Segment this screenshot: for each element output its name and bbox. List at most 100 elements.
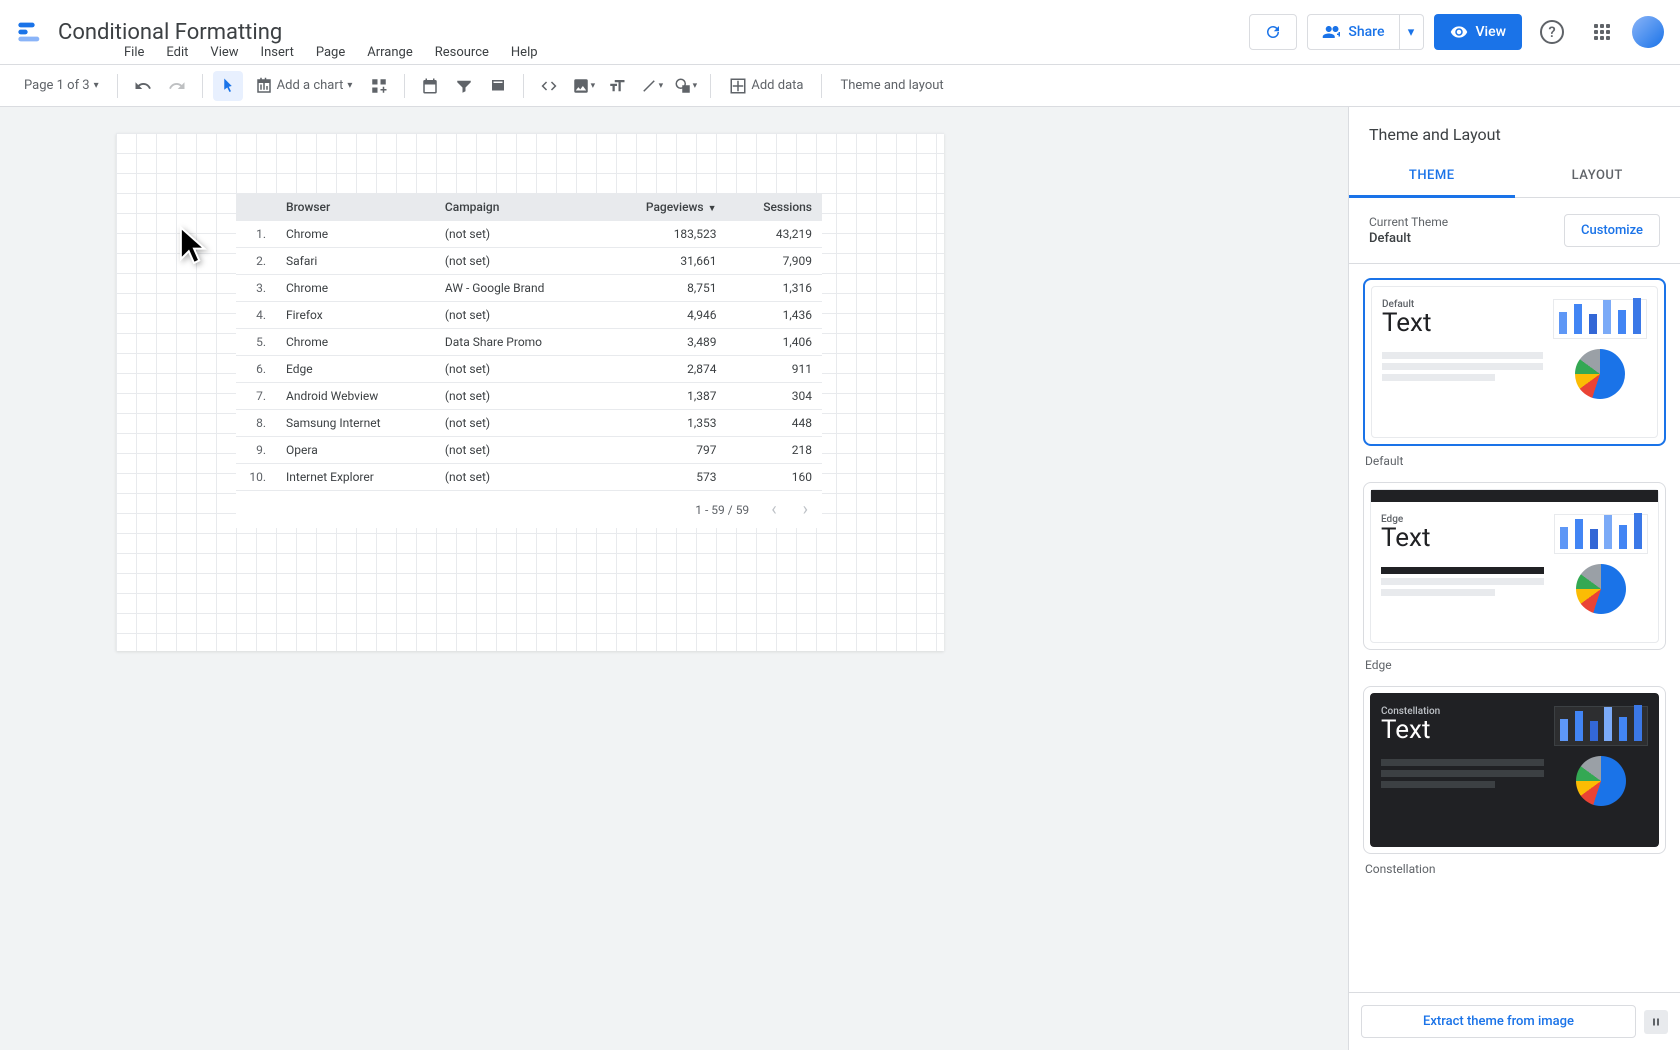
prev-page-button[interactable]: ‹	[767, 499, 780, 520]
cell-pageviews: 2,874	[601, 356, 727, 383]
share-label: Share	[1348, 24, 1384, 40]
community-viz-button[interactable]	[364, 71, 394, 101]
theme-name-label: Constellation	[1363, 862, 1666, 876]
table-row[interactable]: 6. Edge (not set) 2,874 911	[236, 356, 822, 383]
cell-browser: Android Webview	[276, 383, 435, 410]
cell-index: 3.	[236, 275, 276, 302]
extract-theme-button[interactable]: Extract theme from image	[1361, 1005, 1636, 1038]
user-avatar[interactable]	[1632, 16, 1664, 48]
undo-button[interactable]	[128, 71, 158, 101]
next-page-button[interactable]: ›	[799, 499, 812, 520]
add-data-button[interactable]: Add data	[721, 71, 811, 101]
share-dropdown[interactable]: ▾	[1400, 14, 1424, 50]
cell-pageviews: 1,353	[601, 410, 727, 437]
table-row[interactable]: 5. Chrome Data Share Promo 3,489 1,406	[236, 329, 822, 356]
cell-sessions: 1,436	[727, 302, 822, 329]
cell-pageviews: 1,387	[601, 383, 727, 410]
cell-browser: Edge	[276, 356, 435, 383]
menu-file[interactable]: File	[114, 41, 154, 64]
menu-help[interactable]: Help	[501, 41, 548, 64]
toolbar: Page 1 of 3▾ Add a chart▾ ▾ ▾ ▾ Add data…	[0, 65, 1680, 107]
url-embed-button[interactable]	[534, 71, 564, 101]
cell-campaign: (not set)	[435, 410, 601, 437]
cell-sessions: 304	[727, 383, 822, 410]
cell-browser: Safari	[276, 248, 435, 275]
cell-index: 2.	[236, 248, 276, 275]
data-table[interactable]: Browser Campaign Pageviews▼ Sessions 1. …	[236, 193, 822, 528]
menu-edit[interactable]: Edit	[156, 41, 198, 64]
menu-page[interactable]: Page	[306, 41, 355, 64]
col-campaign[interactable]: Campaign	[435, 193, 601, 221]
select-tool[interactable]	[213, 71, 243, 101]
table-row[interactable]: 10. Internet Explorer (not set) 573 160	[236, 464, 822, 491]
theme-name-label: Default	[1363, 454, 1666, 468]
theme-card-default[interactable]: Default Text	[1363, 278, 1666, 446]
customize-button[interactable]: Customize	[1564, 214, 1660, 247]
menu-resource[interactable]: Resource	[425, 41, 499, 64]
col-browser[interactable]: Browser	[276, 193, 435, 221]
page-indicator[interactable]: Page 1 of 3▾	[16, 72, 107, 99]
table-header-row: Browser Campaign Pageviews▼ Sessions	[236, 193, 822, 221]
theme-name-label: Edge	[1363, 658, 1666, 672]
tab-layout[interactable]: LAYOUT	[1515, 156, 1680, 197]
current-theme-section: Current Theme Default Customize	[1349, 198, 1680, 264]
cell-browser: Opera	[276, 437, 435, 464]
cell-campaign: (not set)	[435, 464, 601, 491]
table-row[interactable]: 9. Opera (not set) 797 218	[236, 437, 822, 464]
menu-insert[interactable]: Insert	[251, 41, 304, 64]
theme-preview-text: Text	[1381, 715, 1544, 745]
report-canvas[interactable]: Browser Campaign Pageviews▼ Sessions 1. …	[116, 133, 944, 651]
cell-sessions: 43,219	[727, 221, 822, 248]
col-index[interactable]	[236, 193, 276, 221]
cell-pageviews: 573	[601, 464, 727, 491]
cell-index: 8.	[236, 410, 276, 437]
cell-campaign: (not set)	[435, 437, 601, 464]
cell-pageviews: 8,751	[601, 275, 727, 302]
canvas-area[interactable]: Browser Campaign Pageviews▼ Sessions 1. …	[0, 107, 1348, 1050]
table-row[interactable]: 8. Samsung Internet (not set) 1,353 448	[236, 410, 822, 437]
cell-index: 7.	[236, 383, 276, 410]
menu-view[interactable]: View	[200, 41, 248, 64]
data-control-button[interactable]	[483, 71, 513, 101]
cell-campaign: (not set)	[435, 302, 601, 329]
cell-campaign: (not set)	[435, 356, 601, 383]
help-button[interactable]: ?	[1532, 12, 1572, 52]
theme-layout-button[interactable]: Theme and layout	[832, 72, 951, 99]
cell-campaign: AW - Google Brand	[435, 275, 601, 302]
cell-sessions: 7,909	[727, 248, 822, 275]
theme-list[interactable]: Default Text Default Edge Text	[1349, 264, 1680, 992]
col-pageviews[interactable]: Pageviews▼	[601, 193, 727, 221]
pause-button[interactable]	[1644, 1010, 1668, 1034]
share-button[interactable]: Share	[1307, 14, 1399, 50]
theme-preview-text: Text	[1382, 308, 1543, 338]
table-row[interactable]: 3. Chrome AW - Google Brand 8,751 1,316	[236, 275, 822, 302]
cell-sessions: 218	[727, 437, 822, 464]
line-button[interactable]: ▾	[636, 71, 666, 101]
col-sessions[interactable]: Sessions	[727, 193, 822, 221]
refresh-button[interactable]	[1249, 14, 1297, 50]
sort-desc-icon: ▼	[708, 204, 717, 214]
theme-card-constellation[interactable]: Constellation Text	[1363, 686, 1666, 854]
table-row[interactable]: 4. Firefox (not set) 4,946 1,436	[236, 302, 822, 329]
cell-index: 1.	[236, 221, 276, 248]
cell-sessions: 1,406	[727, 329, 822, 356]
theme-card-edge[interactable]: Edge Text	[1363, 482, 1666, 650]
table-row[interactable]: 1. Chrome (not set) 183,523 43,219	[236, 221, 822, 248]
add-chart-button[interactable]: Add a chart▾	[247, 71, 361, 101]
apps-button[interactable]	[1582, 12, 1622, 52]
panel-tabs: THEME LAYOUT	[1349, 156, 1680, 198]
text-button[interactable]	[602, 71, 632, 101]
image-button[interactable]: ▾	[568, 71, 598, 101]
cell-sessions: 448	[727, 410, 822, 437]
view-button[interactable]: View	[1434, 14, 1523, 50]
date-range-button[interactable]	[415, 71, 445, 101]
cell-browser: Chrome	[276, 221, 435, 248]
menu-arrange[interactable]: Arrange	[357, 41, 422, 64]
filter-button[interactable]	[449, 71, 479, 101]
shape-button[interactable]: ▾	[670, 71, 700, 101]
tab-theme[interactable]: THEME	[1349, 156, 1515, 198]
cell-pageviews: 183,523	[601, 221, 727, 248]
table-row[interactable]: 2. Safari (not set) 31,661 7,909	[236, 248, 822, 275]
table-row[interactable]: 7. Android Webview (not set) 1,387 304	[236, 383, 822, 410]
redo-button[interactable]	[162, 71, 192, 101]
